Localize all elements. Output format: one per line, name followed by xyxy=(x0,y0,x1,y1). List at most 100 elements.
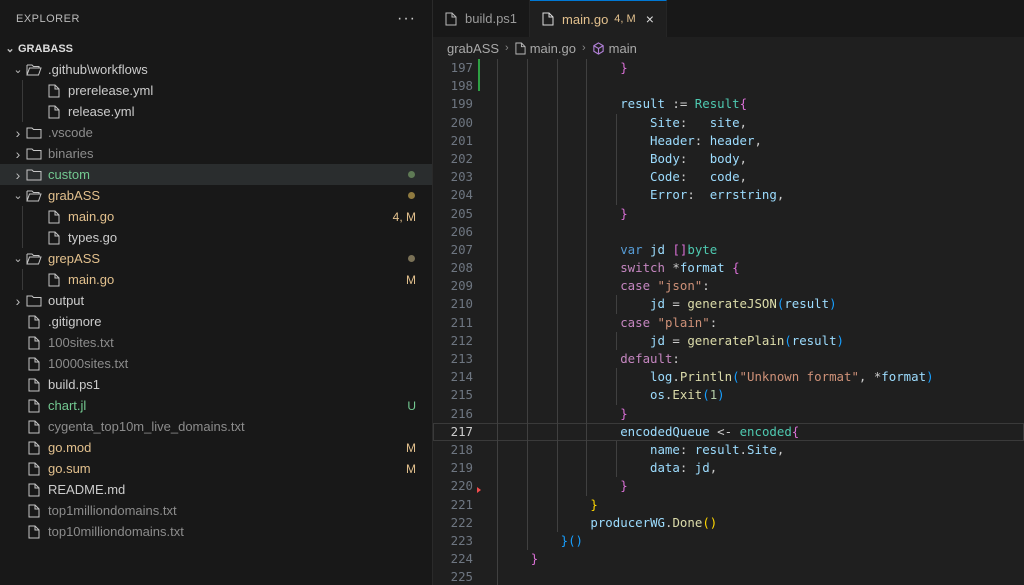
folder-item[interactable]: › .vscode xyxy=(0,122,432,143)
folder-item[interactable]: › binaries xyxy=(0,143,432,164)
code-line[interactable]: 200 Site: site, xyxy=(433,113,1024,132)
breadcrumb-folder[interactable]: grabASS xyxy=(447,41,499,56)
file-item[interactable]: chart.jl U xyxy=(0,395,432,416)
code-token: Exit xyxy=(672,387,703,403)
code-token: , xyxy=(709,460,718,476)
code-line[interactable]: 198 xyxy=(433,77,1024,96)
file-item[interactable]: go.mod M xyxy=(0,437,432,458)
file-item[interactable]: .gitignore xyxy=(0,311,432,332)
code-token: } xyxy=(620,478,628,494)
indent-guide xyxy=(526,313,528,332)
indent-guide xyxy=(556,386,558,405)
indent-guide xyxy=(497,350,498,369)
indent-guide xyxy=(497,186,498,205)
tree-item-label: custom xyxy=(48,167,90,182)
indent-guide xyxy=(526,240,528,260)
file-item[interactable]: top10milliondomains.txt xyxy=(0,521,432,542)
code-token: } xyxy=(560,532,569,548)
code-token: , xyxy=(776,187,785,203)
code-line[interactable]: 216} xyxy=(433,404,1024,423)
code-line[interactable]: 203 Code: code, xyxy=(433,168,1024,187)
indent-guide xyxy=(586,113,588,132)
code-token: { xyxy=(739,96,748,112)
code-line[interactable]: 211 case "plain": xyxy=(433,313,1024,332)
breadcrumb-file[interactable]: main.go xyxy=(530,41,576,56)
code-line[interactable]: 217 encodedQueue <- encoded{ xyxy=(433,422,1024,441)
ellipsis-icon[interactable]: ··· xyxy=(397,10,416,28)
workspace-root[interactable]: ⌄ GRABASS xyxy=(0,38,432,59)
code-line[interactable]: 199 result := Result{ xyxy=(433,95,1024,114)
code-line[interactable]: 219 data: jd, xyxy=(433,459,1024,478)
close-icon[interactable]: × xyxy=(646,11,654,27)
code-line[interactable]: 225 xyxy=(433,568,1024,585)
file-item[interactable]: top1milliondomains.txt xyxy=(0,500,432,521)
tab-build-ps1[interactable]: build.ps1 xyxy=(433,0,531,37)
code-editor[interactable]: 197} 198 199 result := Result{200 Site: site… xyxy=(433,59,1024,585)
code-line[interactable]: 197} xyxy=(433,59,1024,78)
code-token: jd xyxy=(650,332,665,348)
file-icon xyxy=(46,273,62,287)
indent-guide xyxy=(616,386,618,405)
folder-item[interactable]: › custom xyxy=(0,164,432,185)
file-item[interactable]: main.go 4, M xyxy=(0,206,432,227)
indent-guide xyxy=(556,404,558,423)
tab-main-go[interactable]: main.go 4, M × xyxy=(530,0,667,37)
folder-item[interactable]: ⌄ grepASS xyxy=(0,248,432,269)
indent-guide xyxy=(586,350,588,369)
file-icon xyxy=(46,105,62,119)
code-token: Site xyxy=(747,441,777,457)
code-token: : xyxy=(679,114,710,130)
file-item[interactable]: build.ps1 xyxy=(0,374,432,395)
code-line[interactable]: 218 name: result.Site, xyxy=(433,440,1024,460)
indent-guide xyxy=(616,331,618,350)
folder-item[interactable]: › output xyxy=(0,290,432,311)
indent-guide xyxy=(526,350,528,369)
indent-guide xyxy=(497,77,498,96)
file-item[interactable]: release.yml xyxy=(0,101,432,122)
indent-guide xyxy=(22,269,23,290)
code-line[interactable]: 224} xyxy=(433,550,1024,569)
code-line[interactable]: 220} xyxy=(433,477,1024,496)
line-number: 222 xyxy=(450,514,473,530)
folder-item[interactable]: ⌄ grabASS xyxy=(0,185,432,206)
file-item[interactable]: types.go xyxy=(0,227,432,248)
explorer-title: EXPLORER xyxy=(16,13,80,25)
indent-guide xyxy=(586,95,588,114)
code-line[interactable]: 207 var jd []byte xyxy=(433,240,1024,260)
line-number: 214 xyxy=(450,369,473,385)
file-item[interactable]: go.sum M xyxy=(0,458,432,479)
code-line[interactable]: 202 Body: body, xyxy=(433,149,1024,169)
folder-icon xyxy=(26,126,42,140)
code-line[interactable]: 223}() xyxy=(433,531,1024,551)
breadcrumb-symbol[interactable]: main xyxy=(609,41,637,56)
code-token: header xyxy=(709,132,755,148)
folder-item[interactable]: ⌄ .github\workflows xyxy=(0,59,432,80)
code-line[interactable]: 208 switch *format { xyxy=(433,259,1024,278)
code-line[interactable]: 201 Header: header, xyxy=(433,131,1024,150)
code-line[interactable]: 213 default: xyxy=(433,350,1024,369)
code-line[interactable]: 205} xyxy=(433,204,1024,223)
code-token: data xyxy=(650,460,680,476)
indent-guide xyxy=(526,186,528,205)
indent-guide xyxy=(586,386,588,405)
code-line[interactable]: 204 Error: errstring, xyxy=(433,186,1024,205)
file-item[interactable]: 10000sites.txt xyxy=(0,353,432,374)
file-item[interactable]: cygenta_top10m_live_domains.txt xyxy=(0,416,432,437)
line-number: 206 xyxy=(450,223,473,239)
code-line[interactable]: 210 jd = generateJSON(result) xyxy=(433,295,1024,314)
code-line[interactable]: 221} xyxy=(433,495,1024,514)
file-item[interactable]: main.go M xyxy=(0,269,432,290)
code-text: jd = generatePlain(result) xyxy=(650,332,844,350)
tree-item-label: grepASS xyxy=(48,251,101,266)
code-line[interactable]: 222 producerWG.Done() xyxy=(433,513,1024,532)
code-line[interactable]: 206 xyxy=(433,222,1024,241)
code-line[interactable]: 212 jd = generatePlain(result) xyxy=(433,331,1024,350)
file-icon xyxy=(26,378,42,392)
indent-guide xyxy=(586,240,588,260)
file-item[interactable]: 100sites.txt xyxy=(0,332,432,353)
code-line[interactable]: 215 os.Exit(1) xyxy=(433,386,1024,405)
file-item[interactable]: prerelease.yml xyxy=(0,80,432,101)
code-line[interactable]: 209 case "json": xyxy=(433,277,1024,296)
file-item[interactable]: README.md xyxy=(0,479,432,500)
code-line[interactable]: 214 log.Println("Unknown format", *format… xyxy=(433,368,1024,387)
